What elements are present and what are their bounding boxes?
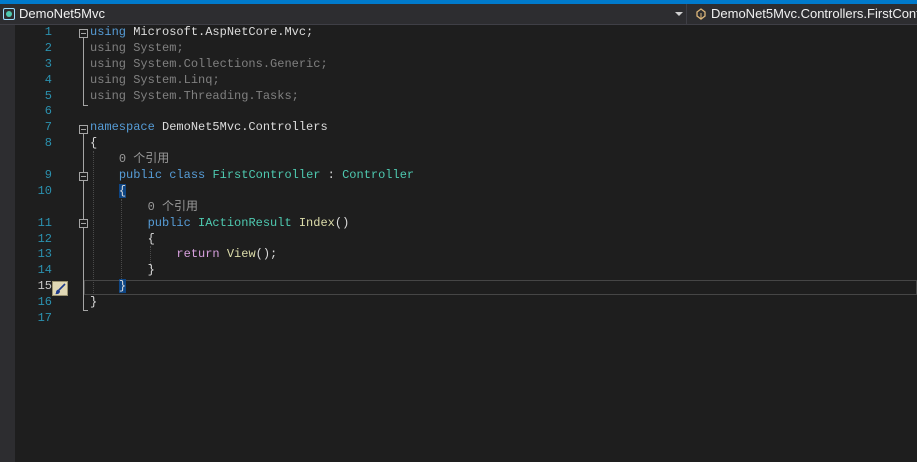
line-number: 1 bbox=[44, 25, 52, 39]
code-line: } bbox=[90, 279, 917, 295]
quick-actions-brush-icon[interactable] bbox=[52, 281, 68, 296]
matched-brace: { bbox=[118, 183, 127, 198]
line-number: 17 bbox=[37, 311, 52, 326]
code-line: using Microsoft.AspNetCore.Mvc; bbox=[90, 25, 314, 39]
code-line: { bbox=[90, 136, 98, 151]
codelens-line: 0 个引用 bbox=[90, 200, 917, 216]
chevron-down-icon[interactable] bbox=[675, 12, 683, 16]
type-member-dropdown[interactable]: DemoNet5Mvc.Controllers.FirstController bbox=[689, 4, 917, 24]
line-number: 3 bbox=[44, 56, 52, 71]
code-line: namespace DemoNet5Mvc.Controllers bbox=[90, 120, 328, 135]
type-member-dropdown-label: DemoNet5Mvc.Controllers.FirstController bbox=[711, 6, 917, 21]
matched-brace: } bbox=[118, 279, 127, 294]
collapse-toggle-class[interactable] bbox=[79, 172, 88, 181]
line-number: 13 bbox=[37, 247, 52, 262]
indicator-margin bbox=[0, 25, 15, 462]
code-line: public class FirstController : Controlle… bbox=[118, 168, 415, 183]
line-number-gutter: 1 2 3 4 5 6 7 8 9 10 11 12 13 14 15 16 1… bbox=[15, 25, 52, 327]
line-number: 4 bbox=[44, 72, 52, 87]
line-number: 8 bbox=[44, 136, 52, 151]
line-number: 9 bbox=[44, 168, 52, 183]
class-icon bbox=[695, 8, 707, 20]
code-line: } bbox=[90, 295, 98, 310]
csharp-project-icon bbox=[3, 8, 15, 20]
outline-line bbox=[83, 310, 88, 311]
code-line: using System; bbox=[90, 40, 184, 55]
codelens-line: 0 个引用 bbox=[90, 152, 917, 168]
line-number: 16 bbox=[37, 295, 52, 310]
line-number: 12 bbox=[37, 231, 52, 246]
line-number: 11 bbox=[37, 215, 52, 230]
outline-line bbox=[83, 105, 88, 106]
collapse-toggle-method[interactable] bbox=[79, 219, 88, 228]
collapse-toggle-usings[interactable] bbox=[79, 29, 88, 38]
line-number: 2 bbox=[44, 40, 52, 55]
project-dropdown-label: DemoNet5Mvc bbox=[19, 6, 105, 21]
code-line: return View(); bbox=[176, 247, 278, 262]
line-number: 6 bbox=[44, 104, 52, 119]
code-line: using System.Linq; bbox=[90, 72, 220, 87]
code-line: using System.Collections.Generic; bbox=[90, 56, 328, 71]
outline-line bbox=[83, 38, 84, 105]
code-line: { bbox=[147, 231, 155, 246]
navigation-bar: DemoNet5Mvc DemoNet5Mvc.Controllers.Firs… bbox=[0, 4, 917, 25]
line-number: 10 bbox=[37, 183, 52, 198]
code-text-area[interactable]: using Microsoft.AspNetCore.Mvc; using Sy… bbox=[90, 25, 917, 327]
line-number: 14 bbox=[37, 263, 52, 278]
code-editor[interactable]: 1 2 3 4 5 6 7 8 9 10 11 12 13 14 15 16 1… bbox=[0, 25, 917, 462]
code-line: } bbox=[147, 263, 155, 278]
code-line: public IActionResult Index() bbox=[147, 215, 350, 230]
line-number: 5 bbox=[44, 88, 52, 103]
code-line: using System.Threading.Tasks; bbox=[90, 88, 299, 103]
project-dropdown[interactable]: DemoNet5Mvc bbox=[0, 4, 687, 24]
codelens-references-method[interactable]: 0 个引用 bbox=[148, 200, 198, 214]
line-number: 7 bbox=[44, 120, 52, 135]
line-number-current: 15 bbox=[37, 279, 52, 294]
collapse-toggle-namespace[interactable] bbox=[79, 125, 88, 134]
codelens-references-class[interactable]: 0 个引用 bbox=[119, 152, 169, 166]
code-line: { bbox=[90, 183, 917, 200]
